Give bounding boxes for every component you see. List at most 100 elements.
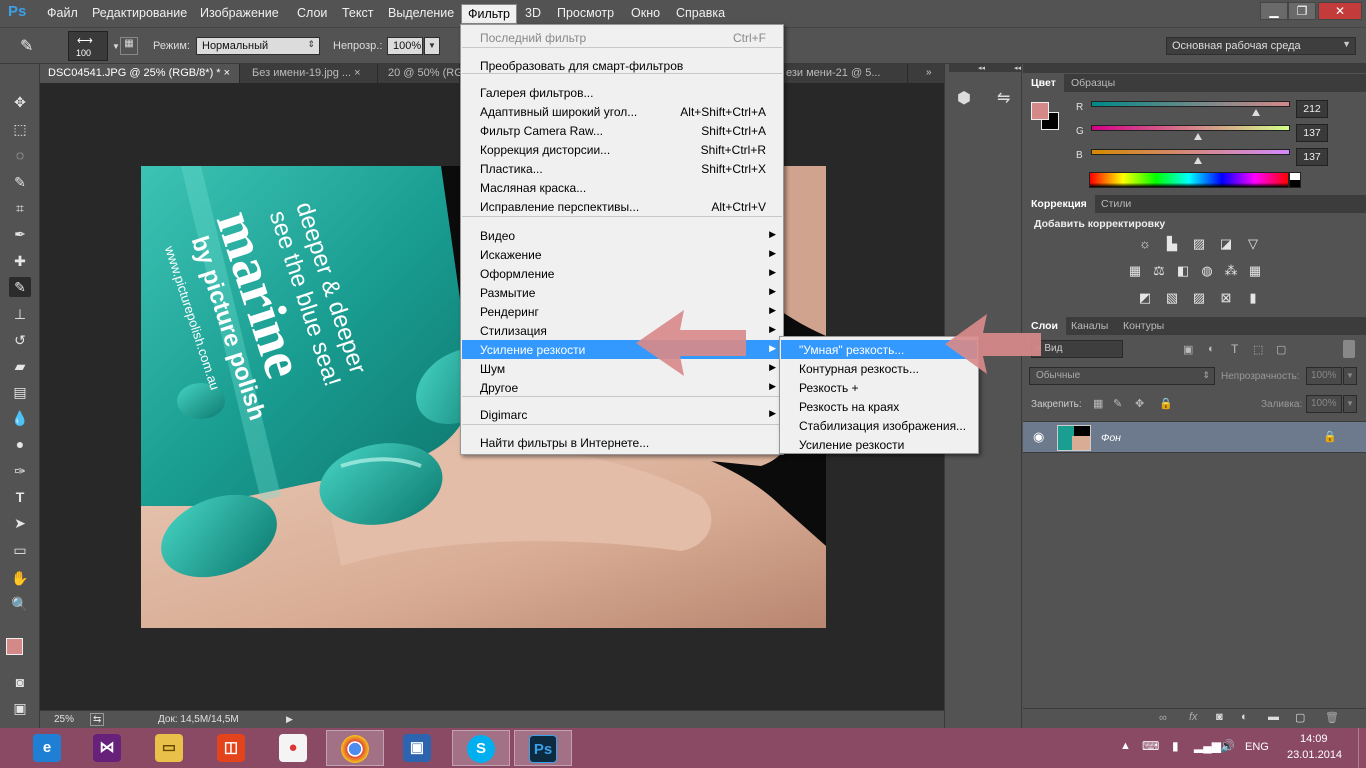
blend-mode-select[interactable]: Обычные ⇕ (1029, 367, 1215, 385)
filter-menu-item[interactable]: Найти фильтры в Интернете... (462, 433, 782, 452)
new-group-icon[interactable]: ▬ (1268, 711, 1279, 723)
layer-opacity-input[interactable]: 100% (1306, 367, 1342, 385)
gradient-tool-icon[interactable]: ▤ (9, 382, 31, 402)
sharpen-menu-item[interactable]: Стабилизация изображения... (781, 416, 977, 435)
path-select-tool-icon[interactable]: ➤ (9, 513, 31, 533)
exposure-icon[interactable]: ◪ (1217, 236, 1235, 252)
black-white-icon[interactable]: ◧ (1174, 263, 1192, 279)
invert-icon[interactable]: ◩ (1136, 290, 1154, 306)
chevron-down-icon[interactable]: ▼ (1343, 395, 1357, 413)
taskbar-paint[interactable]: ● (264, 730, 322, 766)
hue-saturation-icon[interactable]: ▦ (1126, 263, 1144, 279)
eyedropper-tool-icon[interactable]: ✒ (9, 224, 31, 244)
close-button[interactable]: ✕ (1318, 2, 1362, 20)
threshold-icon[interactable]: ▨ (1190, 290, 1208, 306)
fx-icon[interactable]: fx (1189, 711, 1198, 723)
filter-menu-item[interactable]: Масляная краска... (462, 178, 782, 197)
tab-color[interactable]: Цвет (1023, 74, 1064, 92)
move-tool-icon[interactable]: ✥ (9, 92, 31, 112)
eraser-tool-icon[interactable]: ▰ (9, 356, 31, 376)
link-layers-icon[interactable]: ∞ (1159, 712, 1167, 724)
collapse-icon[interactable]: ◂◂ (985, 64, 1021, 72)
filter-shape-icon[interactable]: ⬚ (1253, 343, 1263, 356)
collapse-icon[interactable]: ◂◂ (949, 64, 985, 72)
tab-document-3[interactable]: 20 @ 50% (RGB/8... (380, 64, 488, 83)
green-value[interactable]: 137 (1296, 124, 1328, 142)
menu-select[interactable]: Выделение (388, 6, 454, 20)
close-icon[interactable]: × (354, 67, 360, 79)
brush-preset-picker[interactable]: ⟷ 100 (68, 31, 108, 61)
tab-document-2[interactable]: Без имени-19.jpg ... × (244, 64, 378, 83)
healing-brush-tool-icon[interactable]: ✚ (9, 251, 31, 271)
taskbar-visual-studio[interactable]: ⋈ (78, 730, 136, 766)
taskbar-office[interactable]: ◫ (202, 730, 260, 766)
lock-position-icon[interactable]: ✥ (1135, 397, 1144, 410)
network-icon[interactable]: ▂▄▆ (1194, 739, 1221, 753)
filter-menu-item[interactable]: Видео ▶ (462, 226, 782, 245)
sharpen-menu-item[interactable]: Резкость на краях (781, 397, 977, 416)
blue-slider[interactable] (1091, 149, 1290, 155)
new-layer-icon[interactable]: ▢ (1295, 711, 1305, 724)
layer-row[interactable]: ◉ Фон 🔒 (1023, 421, 1366, 453)
workspace-select[interactable]: Основная рабочая среда ▼ (1166, 37, 1356, 55)
filter-menu-item[interactable]: Исправление перспективы... Alt+Ctrl+V (462, 197, 782, 216)
lasso-tool-icon[interactable]: ◌ (9, 145, 31, 165)
tab-paths[interactable]: Контуры (1115, 317, 1172, 335)
zoom-level[interactable]: 25% (54, 714, 74, 725)
chevron-down-icon[interactable]: ▼ (424, 37, 440, 55)
posterize-icon[interactable]: ▧ (1163, 290, 1181, 306)
lock-all-icon[interactable]: 🔒 (1159, 397, 1173, 410)
taskbar-skype[interactable]: S (452, 730, 510, 766)
gradient-map-icon[interactable]: ▽ (1244, 236, 1262, 252)
tab-document-4[interactable]: ези мени-21 @ 5... (778, 64, 908, 83)
filter-toggle[interactable] (1343, 340, 1355, 358)
quick-mask-icon[interactable]: ◙ (9, 672, 31, 692)
green-slider-thumb[interactable] (1194, 133, 1203, 140)
foreground-color-swatch[interactable] (6, 638, 23, 655)
color-spectrum[interactable] (1089, 172, 1289, 188)
export-icon[interactable]: ⇆ (90, 713, 105, 726)
marquee-tool-icon[interactable]: ⬚ (9, 119, 31, 139)
menu-layers[interactable]: Слои (297, 6, 327, 20)
fill-input[interactable]: 100% (1306, 395, 1342, 413)
filter-menu-item[interactable]: Последний фильтр Ctrl+F (462, 28, 782, 47)
red-slider-thumb[interactable] (1252, 109, 1261, 116)
menu-filter[interactable]: Фильтр (461, 4, 517, 24)
filter-menu-item[interactable]: Другое ▶ (462, 378, 782, 397)
foreground-color-swatch[interactable] (1031, 102, 1049, 120)
menu-file[interactable]: Файл (47, 6, 78, 20)
tab-swatches[interactable]: Образцы (1063, 74, 1123, 92)
photo-filter-icon[interactable]: ◍ (1198, 263, 1216, 279)
filter-menu-item[interactable]: Digimarc ▶ (462, 405, 782, 424)
menu-help[interactable]: Справка (676, 6, 725, 20)
close-icon[interactable]: × (224, 67, 230, 79)
stamp-tool-icon[interactable]: ⊥ (9, 304, 31, 324)
new-adjustment-icon[interactable]: ◐ (1241, 711, 1248, 723)
restore-button[interactable]: ❐ (1288, 2, 1316, 20)
filter-menu-item[interactable]: Пластика... Shift+Ctrl+X (462, 159, 782, 178)
eye-icon[interactable]: ◉ (1033, 429, 1044, 445)
filter-menu-item[interactable]: Преобразовать для смарт-фильтров (462, 56, 782, 75)
hand-tool-icon[interactable]: ✋ (9, 568, 31, 588)
blue-value[interactable]: 137 (1296, 148, 1328, 166)
color-balance-icon[interactable]: ⚖ (1150, 263, 1168, 279)
green-slider[interactable] (1091, 125, 1290, 131)
brightness-icon[interactable]: ☼ (1136, 236, 1154, 252)
sharpen-menu-item[interactable]: Резкость + (781, 378, 977, 397)
filter-smart-icon[interactable]: ▢ (1276, 343, 1286, 356)
menu-text[interactable]: Текст (342, 6, 373, 20)
filter-menu-item[interactable]: Оформление ▶ (462, 264, 782, 283)
filter-menu-item[interactable]: Фильтр Camera Raw... Shift+Ctrl+A (462, 121, 782, 140)
taskbar-photoshop[interactable]: Ps (514, 730, 572, 766)
lock-brush-icon[interactable]: ✎ (1113, 397, 1122, 410)
chevron-down-icon[interactable]: ▼ (1343, 367, 1357, 385)
filter-adjust-icon[interactable]: ◐ (1208, 343, 1215, 355)
blue-slider-thumb[interactable] (1194, 157, 1203, 164)
brush-panel-icon[interactable]: ▦ (120, 37, 138, 55)
menu-edit[interactable]: Редактирование (92, 6, 187, 20)
tab-channels[interactable]: Каналы (1063, 317, 1116, 335)
black-white-swatch[interactable] (1289, 172, 1301, 188)
filter-menu-item[interactable]: Галерея фильтров... (462, 83, 782, 102)
dodge-tool-icon[interactable]: ● (9, 434, 31, 454)
clock-date[interactable]: 23.01.2014 (1287, 749, 1342, 761)
